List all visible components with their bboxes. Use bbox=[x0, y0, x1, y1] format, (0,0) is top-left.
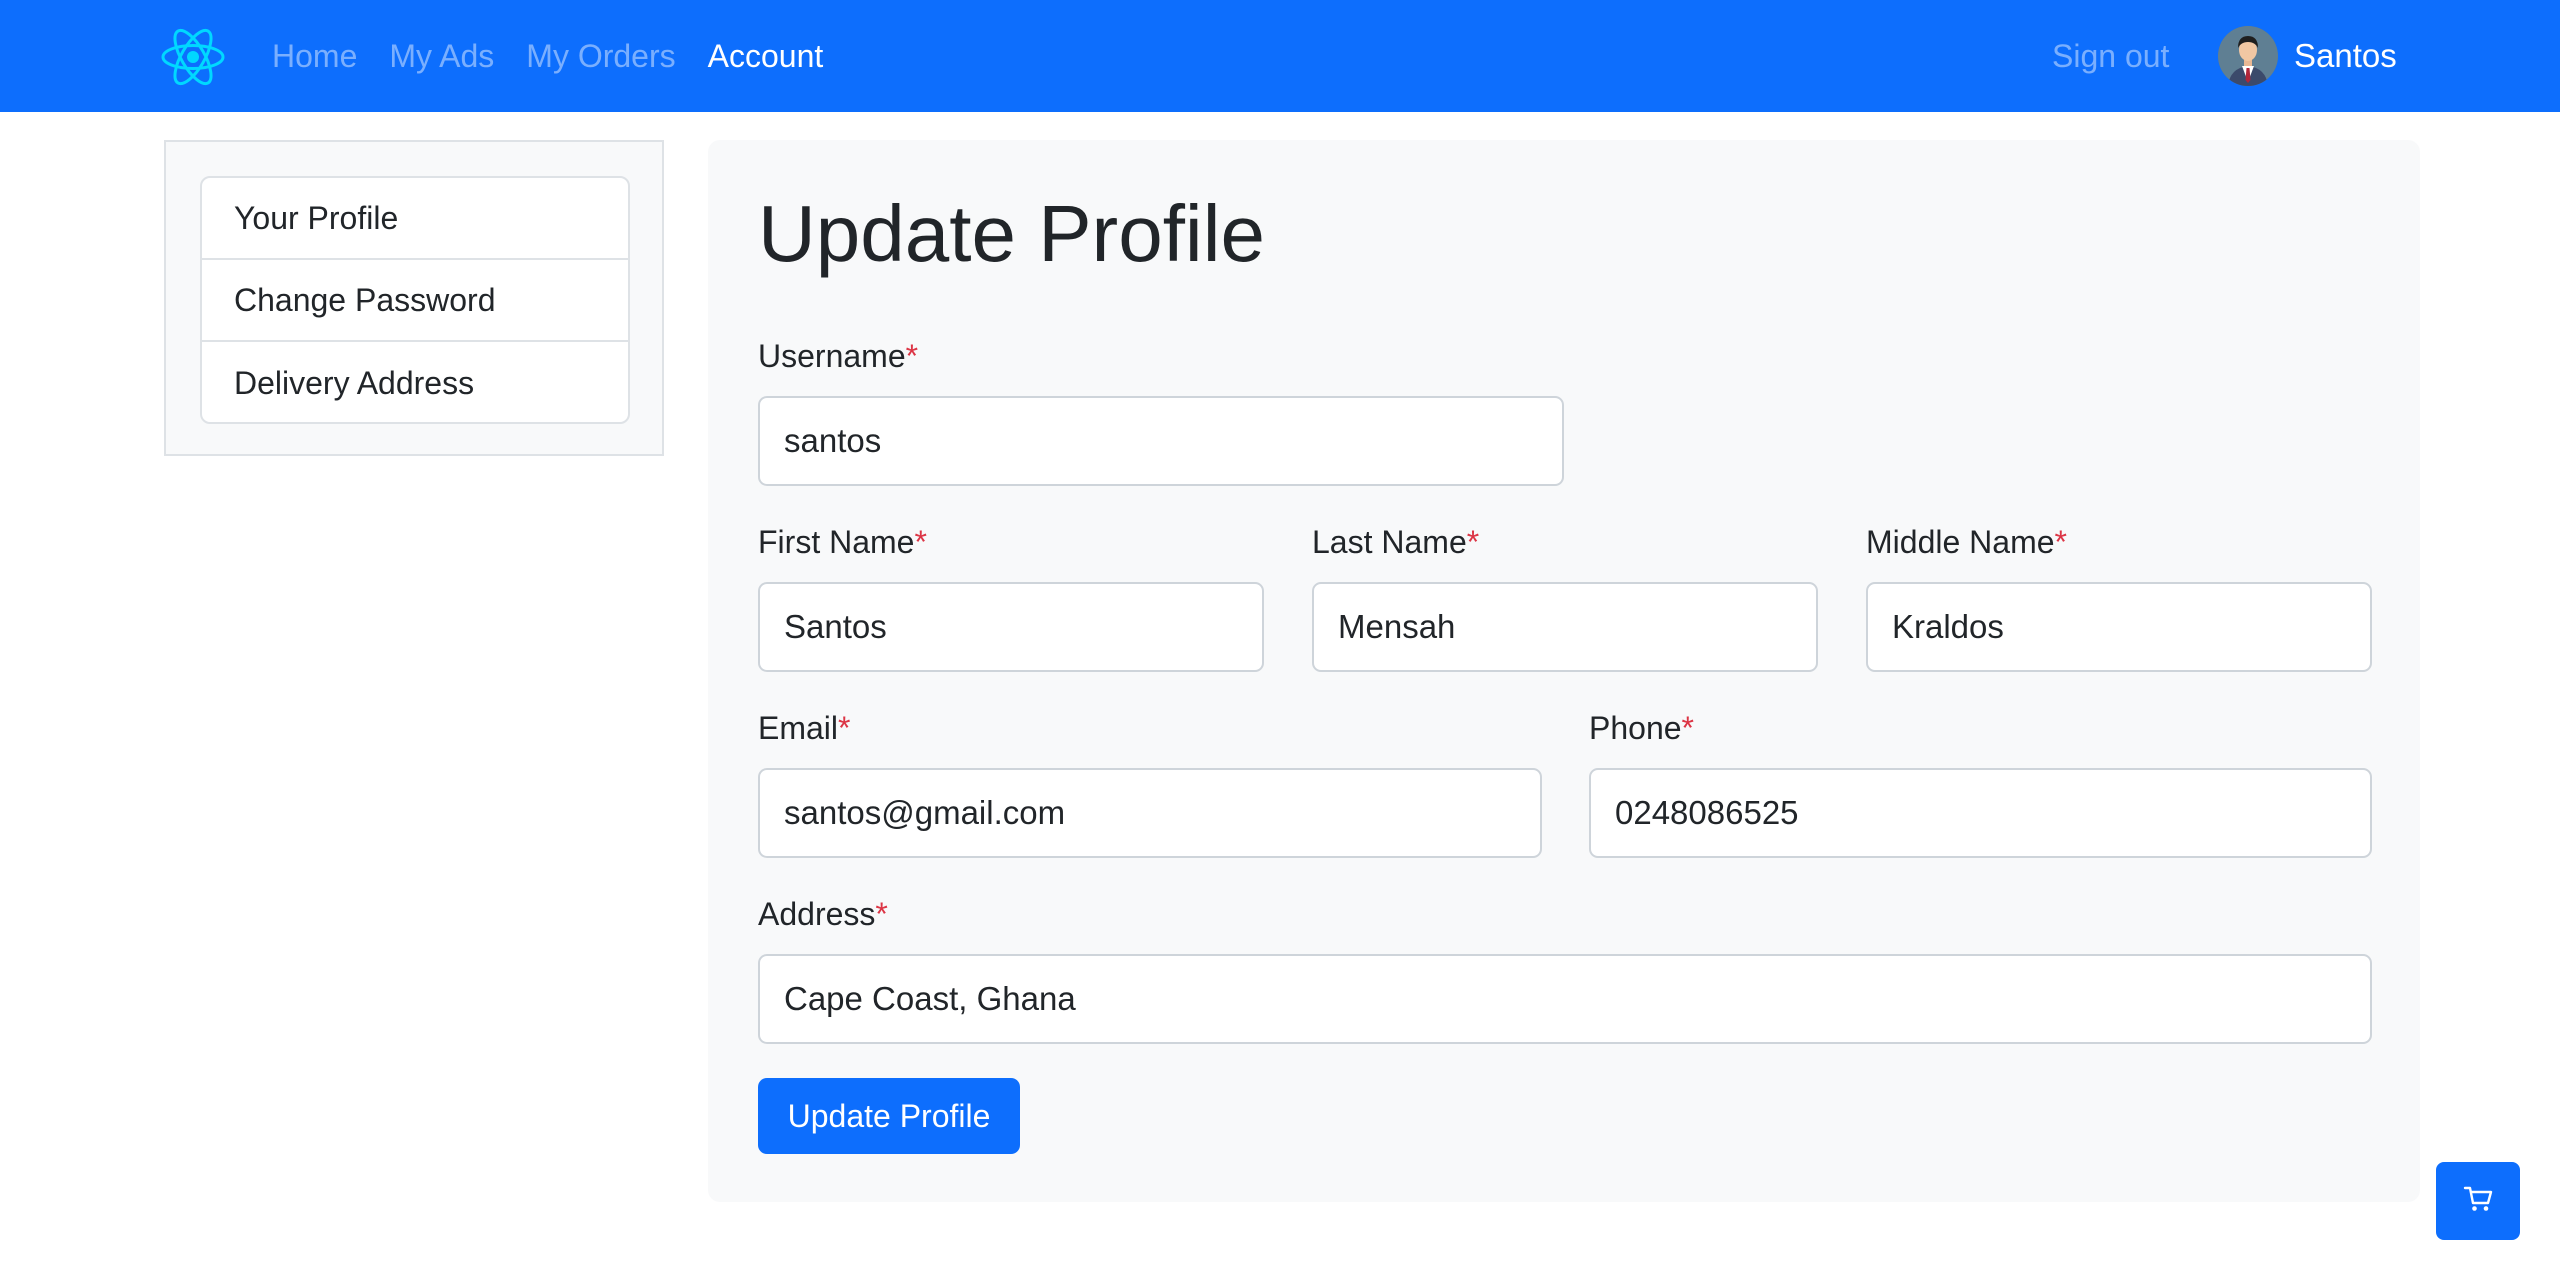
phone-label: Phone* bbox=[1589, 710, 1694, 747]
nav-link-home[interactable]: Home bbox=[272, 38, 357, 75]
nav-link-my-orders[interactable]: My Orders bbox=[526, 38, 675, 75]
required-marker: * bbox=[2054, 524, 2067, 560]
first-name-input[interactable] bbox=[758, 582, 1264, 672]
address-label: Address* bbox=[758, 896, 888, 933]
username-input[interactable] bbox=[758, 396, 1564, 486]
sign-out-link[interactable]: Sign out bbox=[2052, 0, 2169, 112]
react-logo-icon[interactable] bbox=[160, 24, 226, 90]
nav-link-my-ads[interactable]: My Ads bbox=[389, 38, 494, 75]
update-profile-card: Update Profile Username* First Name* Las… bbox=[708, 140, 2420, 1202]
required-marker: * bbox=[838, 710, 851, 746]
email-label-text: Email bbox=[758, 710, 839, 746]
update-profile-button[interactable]: Update Profile bbox=[758, 1078, 1020, 1154]
last-name-label: Last Name* bbox=[1312, 524, 1479, 561]
cart-icon bbox=[2463, 1185, 2493, 1218]
user-menu[interactable]: Santos bbox=[2218, 26, 2397, 86]
top-navbar: Home My Ads My Orders Account Sign out S… bbox=[0, 0, 2560, 112]
required-marker: * bbox=[1681, 710, 1694, 746]
last-name-label-text: Last Name bbox=[1312, 524, 1467, 560]
sidebar-item-your-profile[interactable]: Your Profile bbox=[202, 178, 628, 260]
first-name-label: First Name* bbox=[758, 524, 927, 561]
required-marker: * bbox=[914, 524, 927, 560]
email-label: Email* bbox=[758, 710, 850, 747]
account-sidebar: Your Profile Change Password Delivery Ad… bbox=[164, 140, 664, 456]
cart-button[interactable] bbox=[2436, 1162, 2520, 1240]
username-label-text: Username bbox=[758, 338, 906, 374]
middle-name-input[interactable] bbox=[1866, 582, 2372, 672]
last-name-input[interactable] bbox=[1312, 582, 1818, 672]
page-title: Update Profile bbox=[758, 189, 1265, 278]
address-label-text: Address bbox=[758, 896, 876, 932]
sidebar-item-change-password[interactable]: Change Password bbox=[202, 260, 628, 342]
phone-field[interactable] bbox=[1589, 768, 2372, 858]
phone-label-text: Phone bbox=[1589, 710, 1682, 746]
first-name-label-text: First Name bbox=[758, 524, 915, 560]
nav-links: Home My Ads My Orders Account bbox=[272, 0, 855, 112]
address-field[interactable] bbox=[758, 954, 2372, 1044]
middle-name-label: Middle Name* bbox=[1866, 524, 2067, 561]
required-marker: * bbox=[905, 338, 919, 374]
sidebar-item-delivery-address[interactable]: Delivery Address bbox=[202, 342, 628, 422]
account-menu: Your Profile Change Password Delivery Ad… bbox=[200, 176, 630, 424]
nav-link-account[interactable]: Account bbox=[708, 38, 824, 75]
avatar bbox=[2218, 26, 2278, 86]
required-marker: * bbox=[875, 896, 888, 932]
middle-name-label-text: Middle Name bbox=[1866, 524, 2055, 560]
user-name: Santos bbox=[2294, 37, 2397, 74]
username-label: Username* bbox=[758, 338, 918, 375]
email-field[interactable] bbox=[758, 768, 1542, 858]
required-marker: * bbox=[1466, 524, 1480, 560]
